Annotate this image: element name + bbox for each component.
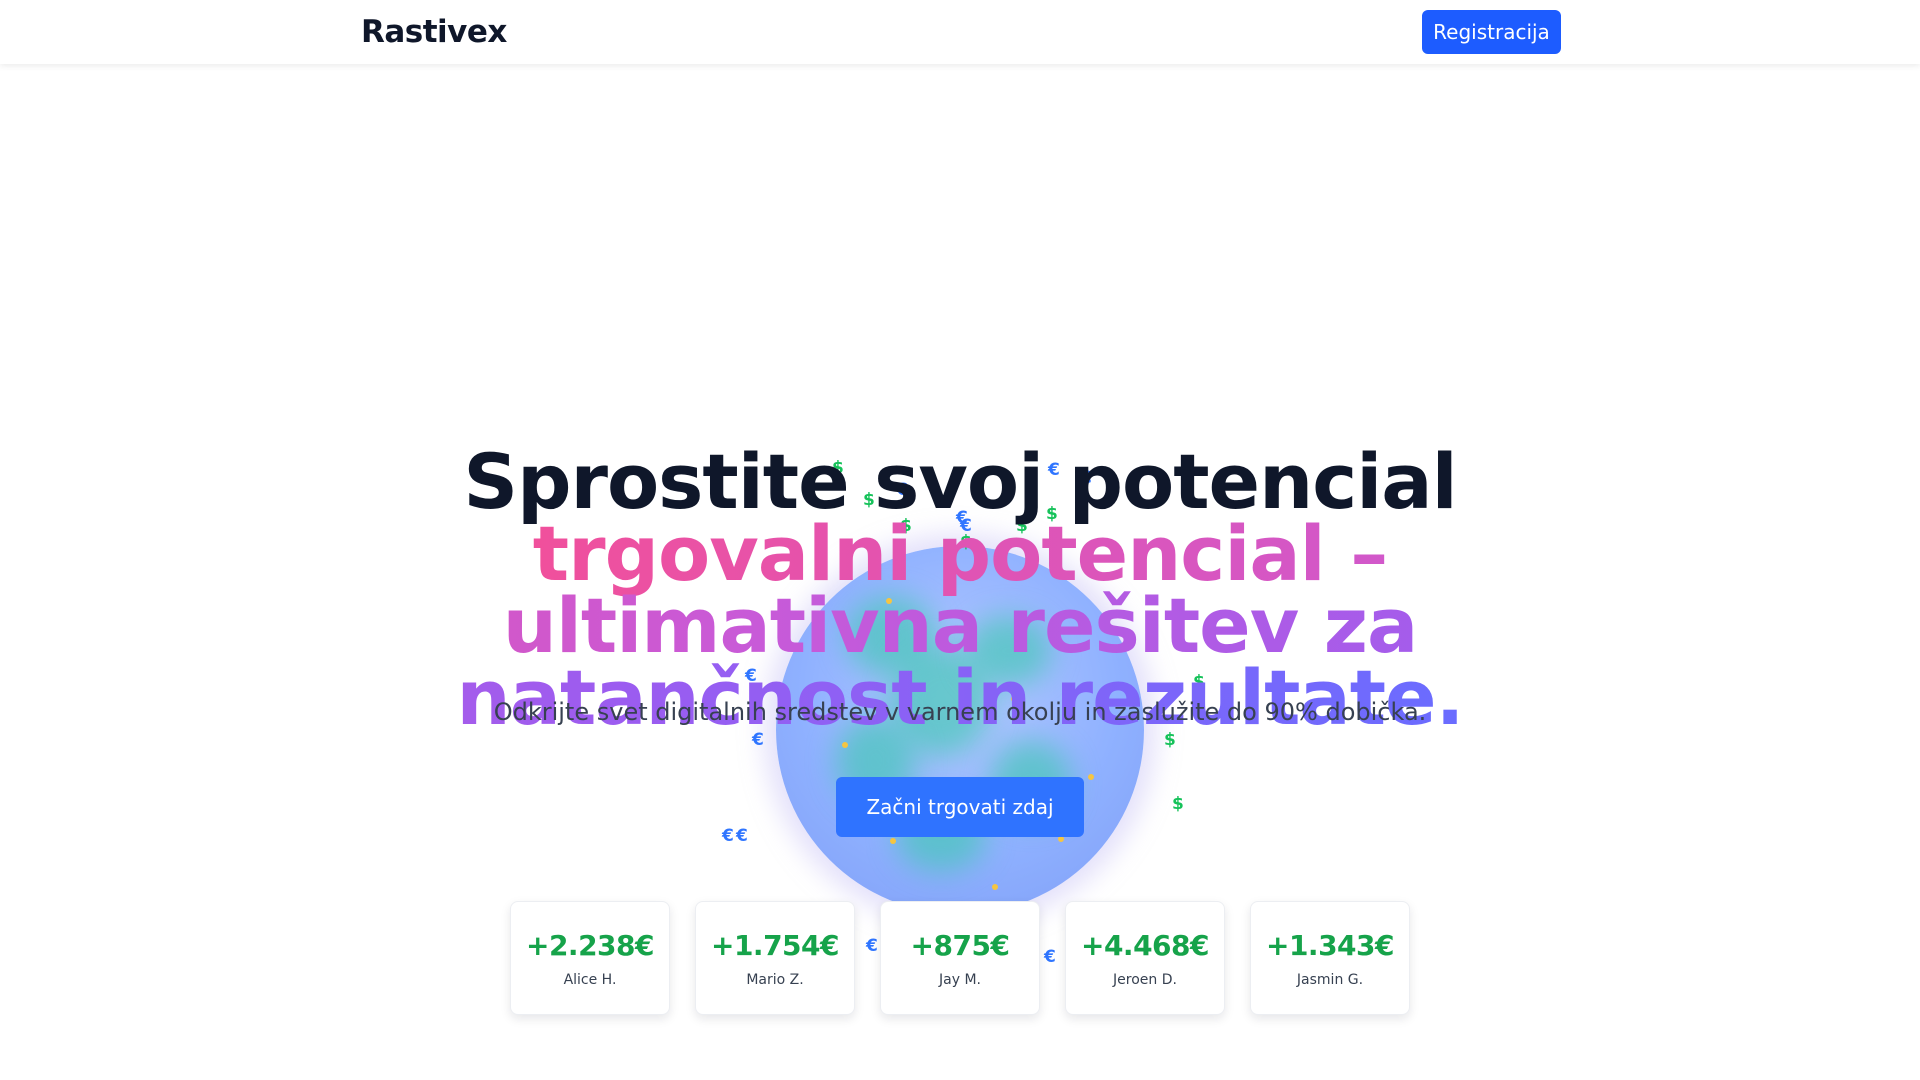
testimonial-card: +875€ Jay M. bbox=[880, 901, 1040, 1015]
euro-icon: € bbox=[736, 826, 748, 846]
trader-name: Alice H. bbox=[563, 971, 617, 988]
hero-title: Sprostite svoj potencial trgovalni poten… bbox=[340, 444, 1580, 736]
euro-icon: € bbox=[722, 826, 734, 846]
testimonial-cards: +2.238€ Alice H. +1.754€ Mario Z. +875€ … bbox=[510, 901, 1410, 1015]
sparkle bbox=[842, 742, 848, 748]
profit-amount: +2.238€ bbox=[525, 928, 655, 962]
brand-logo[interactable]: Rastivex bbox=[361, 14, 507, 50]
testimonial-card: +1.754€ Mario Z. bbox=[695, 901, 855, 1015]
profit-amount: +1.754€ bbox=[710, 928, 840, 962]
trader-name: Jasmin G. bbox=[1296, 971, 1364, 988]
sparkle bbox=[1088, 774, 1094, 780]
trader-name: Mario Z. bbox=[746, 971, 804, 988]
top-navbar: Rastivex Registracija bbox=[0, 0, 1920, 64]
sparkle bbox=[890, 838, 896, 844]
profit-amount: +4.468€ bbox=[1080, 928, 1210, 962]
register-button[interactable]: Registracija bbox=[1422, 10, 1561, 54]
profit-amount: +875€ bbox=[910, 928, 1010, 962]
dollar-icon: $ bbox=[1172, 794, 1184, 814]
trader-name: Jeroen D. bbox=[1113, 971, 1177, 988]
testimonial-card: +1.343€ Jasmin G. bbox=[1250, 901, 1410, 1015]
start-trading-button[interactable]: Začni trgovati zdaj bbox=[836, 777, 1084, 837]
testimonial-card: +4.468€ Jeroen D. bbox=[1065, 901, 1225, 1015]
profit-amount: +1.343€ bbox=[1265, 928, 1395, 962]
testimonial-card: +2.238€ Alice H. bbox=[510, 901, 670, 1015]
hero-subtitle: Odkrijte svet digitalnih sredstev v varn… bbox=[493, 698, 1427, 726]
trader-name: Jay M. bbox=[939, 971, 981, 988]
sparkle bbox=[992, 884, 998, 890]
